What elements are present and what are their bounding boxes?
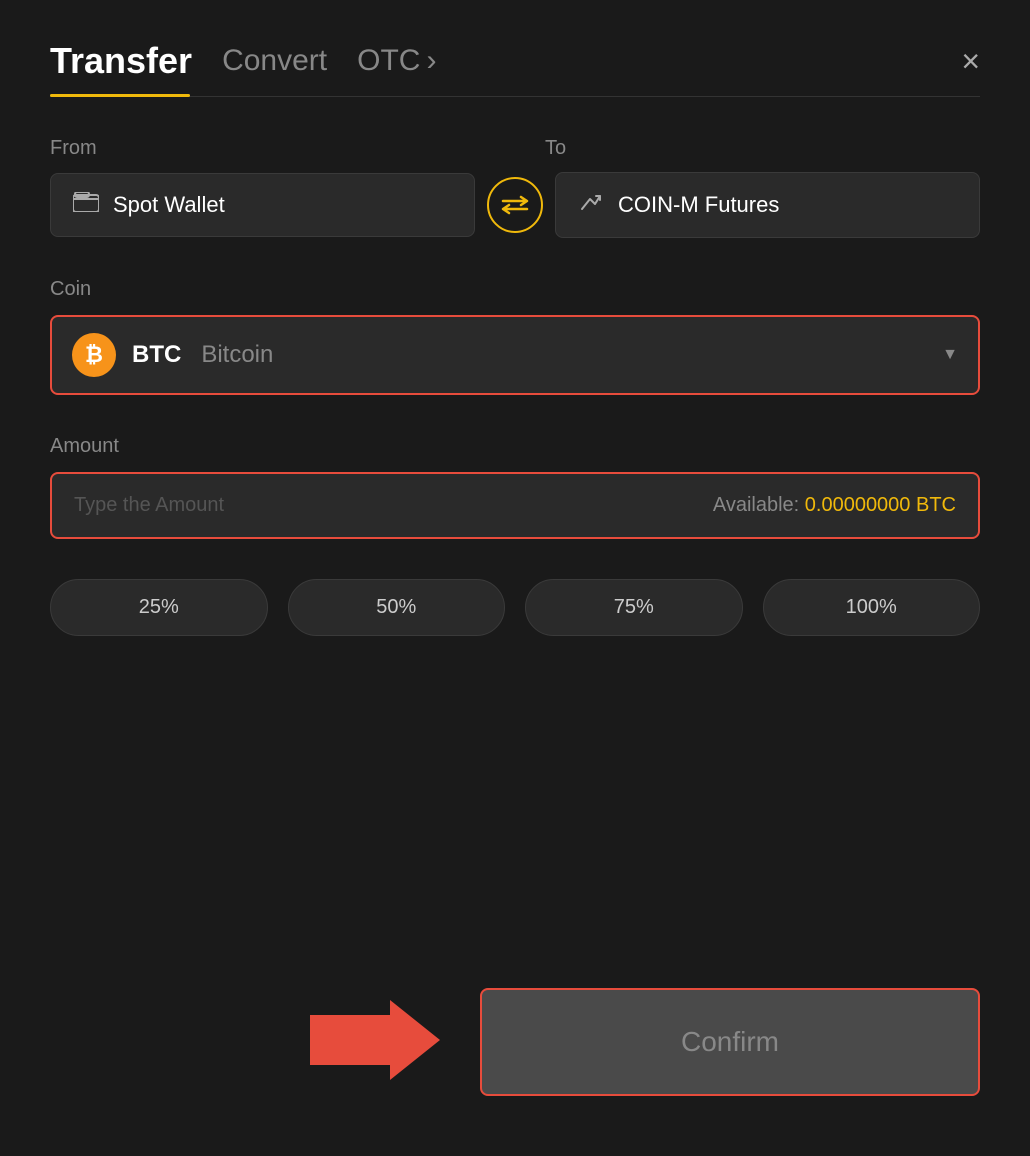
swap-btn-container: [475, 177, 555, 233]
percent-row: 25% 50% 75% 100%: [50, 579, 980, 636]
to-wallet-text: COIN-M Futures: [618, 192, 779, 218]
coin-symbol: BTC: [132, 341, 181, 369]
coin-label: Coin: [50, 278, 980, 301]
from-label: From: [50, 137, 485, 160]
coin-section: Coin ₿ BTC Bitcoin ▼: [50, 278, 980, 395]
swap-button[interactable]: [487, 177, 543, 233]
confirm-button[interactable]: Confirm: [480, 988, 980, 1096]
coin-selector[interactable]: ₿ BTC Bitcoin ▼: [50, 315, 980, 395]
percent-75-button[interactable]: 75%: [525, 579, 743, 636]
percent-25-button[interactable]: 25%: [50, 579, 268, 636]
wallet-icon: [73, 192, 99, 218]
available-value: 0.00000000 BTC: [805, 494, 956, 516]
btc-icon: ₿: [72, 333, 116, 377]
from-to-section: From To Spot Wallet: [50, 137, 980, 238]
tab-convert[interactable]: Convert: [222, 44, 357, 78]
percent-100-button[interactable]: 100%: [763, 579, 981, 636]
close-button[interactable]: ×: [961, 45, 980, 77]
futures-icon: [578, 191, 604, 219]
from-wallet-selector[interactable]: Spot Wallet: [50, 173, 475, 237]
amount-placeholder: Type the Amount: [74, 494, 224, 517]
tab-otc[interactable]: OTC ›: [357, 44, 436, 78]
otc-chevron-icon: ›: [426, 44, 436, 78]
tab-transfer[interactable]: Transfer: [50, 40, 222, 82]
arrow-indicator: [310, 990, 440, 1095]
coin-fullname: Bitcoin: [201, 341, 273, 369]
to-wallet-selector[interactable]: COIN-M Futures: [555, 172, 980, 238]
from-wallet-text: Spot Wallet: [113, 192, 225, 218]
from-to-labels: From To: [50, 137, 980, 160]
amount-section: Amount Type the Amount Available: 0.0000…: [50, 435, 980, 539]
transfer-modal: Transfer Convert OTC › × From To: [0, 0, 1030, 1156]
modal-header: Transfer Convert OTC › ×: [50, 40, 980, 82]
red-arrow-icon: [310, 990, 440, 1090]
amount-label: Amount: [50, 435, 980, 458]
tab-underline: [50, 94, 980, 97]
from-to-row: Spot Wallet COIN-M Futures: [50, 172, 980, 238]
amount-input-box[interactable]: Type the Amount Available: 0.00000000 BT…: [50, 472, 980, 539]
percent-50-button[interactable]: 50%: [288, 579, 506, 636]
tab-underline-active: [50, 94, 190, 97]
coin-chevron-down-icon: ▼: [942, 346, 958, 364]
confirm-section: Confirm: [50, 988, 980, 1096]
to-label: To: [545, 137, 980, 160]
available-text: Available: 0.00000000 BTC: [713, 494, 956, 517]
